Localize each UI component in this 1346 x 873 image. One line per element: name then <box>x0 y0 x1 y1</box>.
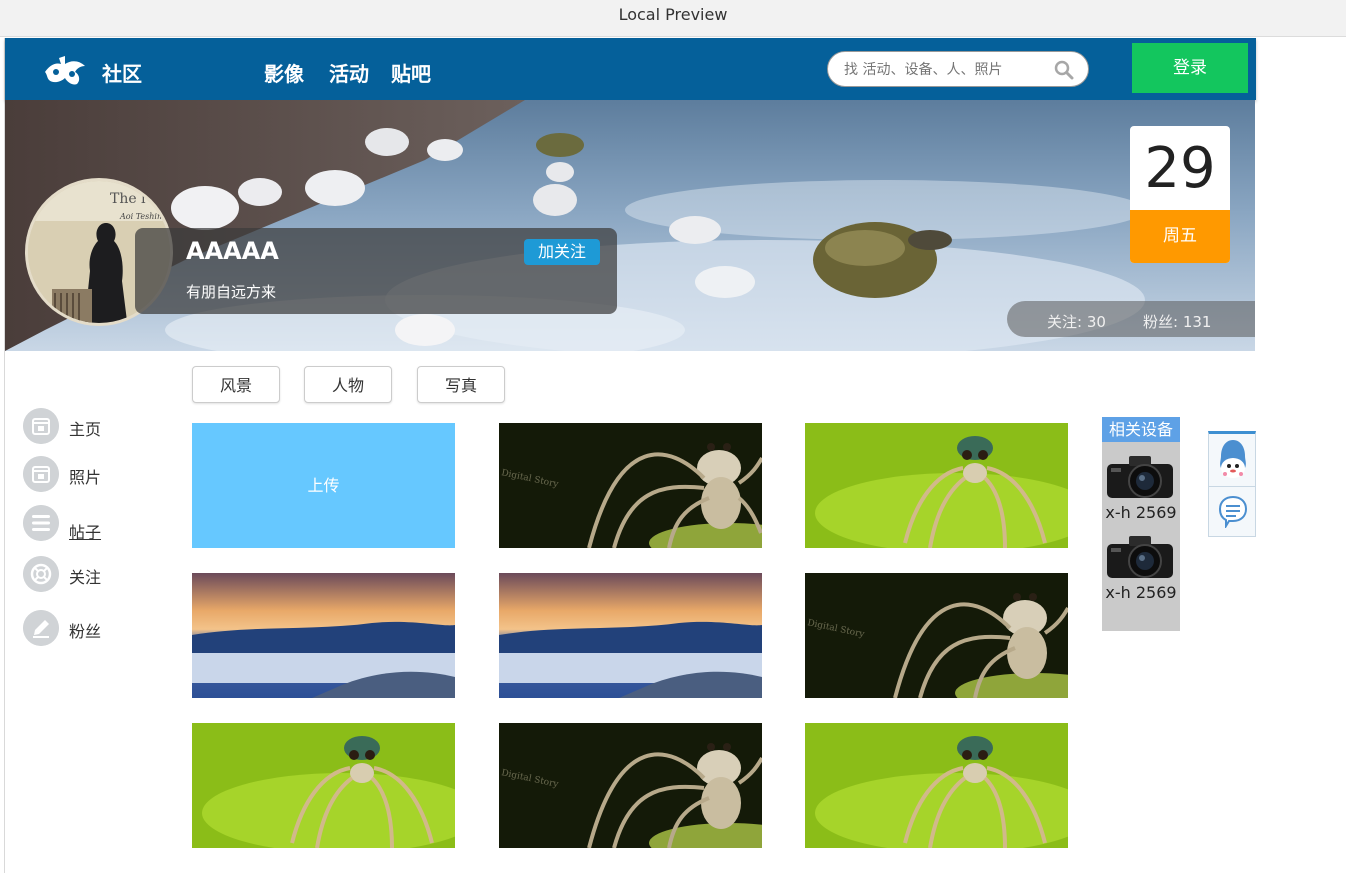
photo-tile[interactable]: Digital Story <box>499 423 762 548</box>
spider-photo-dark: Digital Story <box>499 423 762 548</box>
photo-tile[interactable] <box>805 723 1068 848</box>
profile-name: AAAAA <box>186 237 279 265</box>
profile-banner: The l Aoi Teshima AAAAA 有朋自远方来 加关注 29 周五… <box>5 100 1255 351</box>
date-day-number: 29 <box>1144 136 1216 201</box>
spider-photo-green <box>805 423 1068 548</box>
photo-tile[interactable] <box>192 573 455 698</box>
camera-icon[interactable] <box>1105 452 1175 500</box>
spider-photo-dark: Digital Story <box>499 723 762 848</box>
sunset-photo <box>192 573 455 698</box>
photo-tile[interactable]: Digital Story <box>499 723 762 848</box>
logo-icon[interactable] <box>41 52 93 88</box>
logo-text[interactable]: 社区 <box>102 58 142 87</box>
floating-toolbar <box>1208 431 1256 537</box>
spider-photo-dark: Digital Story <box>805 573 1068 698</box>
sidebar-item-label: 帖子 <box>69 523 102 542</box>
category-tab-people[interactable]: 人物 <box>304 366 392 403</box>
date-weekday: 周五 <box>1130 210 1230 263</box>
search-icon[interactable] <box>1054 60 1074 80</box>
upload-tile[interactable]: 上传 <box>192 423 455 548</box>
related-equipment-panel: 相关设备 x-h 2569 x-h 2569 <box>1102 417 1180 631</box>
profile-motto: 有朋自远方来 <box>186 283 277 301</box>
floating-toolbar-divider <box>1209 486 1255 487</box>
related-equipment-title: 相关设备 <box>1102 417 1180 442</box>
date-card: 29 周五 <box>1130 126 1230 263</box>
qq-penguin-icon[interactable] <box>1217 438 1249 482</box>
camera-icon[interactable] <box>1105 532 1175 580</box>
nav-item-forum[interactable]: 贴吧 <box>391 58 431 87</box>
window-title: Local Preview <box>0 0 1346 37</box>
sidebar-item-label: 主页 <box>69 420 102 439</box>
calendar-icon <box>23 408 59 444</box>
follow-button[interactable]: 加关注 <box>524 239 600 265</box>
top-navbar: 社区 影像 活动 贴吧 登录 <box>5 38 1256 100</box>
following-count[interactable]: 关注: 30 <box>1047 311 1106 332</box>
calendar-icon <box>23 456 59 492</box>
login-button[interactable]: 登录 <box>1132 43 1248 93</box>
photo-tile[interactable] <box>499 573 762 698</box>
avatar-subtitle-text: Aoi Teshima <box>119 212 170 221</box>
equipment-label[interactable]: x-h 2569 <box>1102 503 1180 522</box>
pencil-icon <box>23 610 59 646</box>
sidebar-item-label: 照片 <box>69 468 102 487</box>
fans-count[interactable]: 粉丝: 131 <box>1143 311 1211 332</box>
stats-panel <box>1007 301 1255 337</box>
page: 社区 影像 活动 贴吧 登录 <box>4 38 1346 873</box>
search-box <box>827 51 1089 87</box>
nav-item-events[interactable]: 活动 <box>329 58 369 87</box>
photo-tile[interactable] <box>192 723 455 848</box>
avatar-title-text: The l <box>110 191 146 207</box>
menu-icon <box>23 505 59 541</box>
chat-bubble-icon[interactable] <box>1218 494 1248 528</box>
category-tab-landscape[interactable]: 风景 <box>192 366 280 403</box>
lifebuoy-icon <box>23 556 59 592</box>
search-input[interactable] <box>844 60 1044 80</box>
nav-item-images[interactable]: 影像 <box>264 58 304 87</box>
category-tab-portrait[interactable]: 写真 <box>417 366 505 403</box>
photo-tile[interactable]: Digital Story <box>805 573 1068 698</box>
sidebar-item-label: 关注 <box>69 568 102 587</box>
spider-photo-green <box>192 723 455 848</box>
equipment-label[interactable]: x-h 2569 <box>1102 583 1180 602</box>
sidebar-item-label: 粉丝 <box>69 622 102 641</box>
sunset-photo <box>499 573 762 698</box>
photo-tile[interactable] <box>805 423 1068 548</box>
spider-photo-green <box>805 723 1068 848</box>
